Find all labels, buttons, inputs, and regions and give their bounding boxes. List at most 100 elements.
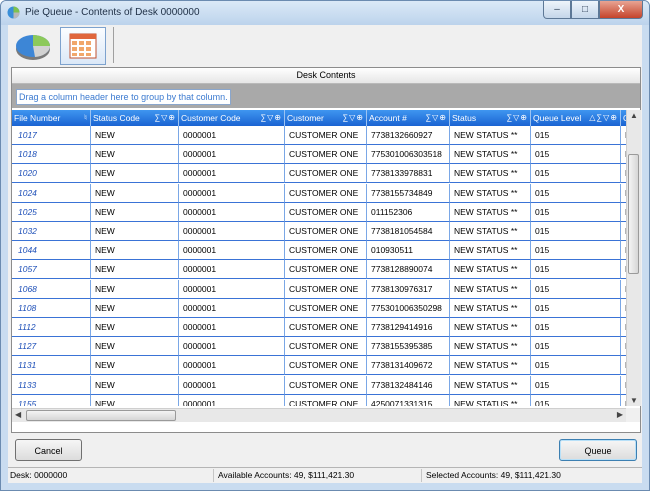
- cell-account-number: 7738132660927: [367, 126, 450, 145]
- cancel-button[interactable]: Cancel: [15, 439, 82, 461]
- scroll-corner: [626, 408, 640, 422]
- column-filter-icons[interactable]: ∑▽⊕: [154, 110, 176, 126]
- cell-file-number[interactable]: 1131: [12, 356, 91, 376]
- scroll-right-icon[interactable]: ▶: [617, 410, 623, 419]
- table-row[interactable]: 1127 NEW 0000001 CUSTOMER ONE 7738155395385 N…: [12, 337, 626, 357]
- cell-file-number[interactable]: 1108: [12, 298, 91, 318]
- cell-queue-level: 015: [531, 318, 621, 337]
- table-row[interactable]: 1024 NEW 0000001 CUSTOMER ONE 7738155734849 N…: [12, 183, 626, 203]
- scroll-up-icon[interactable]: ▲: [630, 111, 638, 120]
- cell-queue-level: 015: [531, 202, 621, 222]
- cell-customer-code: 0000001: [179, 337, 285, 357]
- cell-customer-code: 0000001: [179, 394, 285, 406]
- column-header-label: Status Code: [93, 113, 140, 123]
- cell-file-number[interactable]: 1024: [12, 183, 91, 203]
- group-by-area[interactable]: Drag a column header here to group by th…: [12, 84, 640, 108]
- column-header-label: Customer: [287, 113, 324, 123]
- horizontal-scroll-thumb[interactable]: [26, 410, 176, 421]
- cell-customer-code: 0000001: [179, 260, 285, 280]
- cell-queue-level: 015: [531, 164, 621, 184]
- cell-file-number[interactable]: 1032: [12, 222, 91, 241]
- cell-customer: CUSTOMER ONE: [285, 183, 367, 203]
- minimize-button[interactable]: –: [543, 1, 571, 19]
- close-button[interactable]: X: [599, 1, 643, 19]
- table-row[interactable]: 1032 NEW 0000001 CUSTOMER ONE 7738181054584 N…: [12, 222, 626, 241]
- cell-file-number[interactable]: 1068: [12, 279, 91, 299]
- table-row[interactable]: 1020 NEW 0000001 CUSTOMER ONE 7738133978831 N…: [12, 164, 626, 184]
- cell-file-number[interactable]: 1155: [12, 394, 91, 406]
- grid-view-button[interactable]: [60, 27, 106, 65]
- vertical-scroll-thumb[interactable]: [628, 154, 639, 274]
- queue-button[interactable]: Queue: [559, 439, 637, 461]
- column-header-label: Queue Level: [533, 113, 582, 123]
- column-header-status[interactable]: Status ∑▽⊕: [450, 110, 531, 126]
- cell-status-code: NEW: [91, 126, 179, 145]
- column-filter-icons[interactable]: ∑▽⊕: [425, 110, 447, 126]
- column-filter-icons[interactable]: ♮: [84, 110, 88, 126]
- cell-customer-code: 0000001: [179, 375, 285, 395]
- table-row[interactable]: 1068 NEW 0000001 CUSTOMER ONE 7738130976317 N…: [12, 279, 626, 299]
- table-row[interactable]: 1108 NEW 0000001 CUSTOMER ONE 77530100635029…: [12, 298, 626, 318]
- scroll-left-icon[interactable]: ◀: [15, 410, 21, 419]
- cell-file-number[interactable]: 1044: [12, 241, 91, 261]
- close-icon: X: [617, 4, 625, 15]
- column-filter-icons[interactable]: ∑▽⊕: [342, 110, 364, 126]
- column-header-label: Account #: [369, 113, 407, 123]
- cell-file-number[interactable]: 1017: [12, 126, 91, 145]
- cell-account-number: 4250071331315: [367, 394, 450, 406]
- cell-customer: CUSTOMER ONE: [285, 241, 367, 261]
- column-header-status-code[interactable]: Status Code ∑▽⊕: [91, 110, 179, 126]
- cell-file-number[interactable]: 1020: [12, 164, 91, 184]
- status-bar: Desk: 0000000 Available Accounts: 49, $1…: [8, 467, 642, 483]
- toolbar: [8, 25, 642, 65]
- cell-file-number[interactable]: 1127: [12, 337, 91, 357]
- cell-queue-level: 015: [531, 126, 621, 145]
- cell-customer-code: 0000001: [179, 318, 285, 337]
- pie-view-button[interactable]: [10, 27, 56, 65]
- column-header-customer-code[interactable]: Customer Code ∑▽⊕: [179, 110, 285, 126]
- cell-customer: CUSTOMER ONE: [285, 356, 367, 376]
- cell-customer: CUSTOMER ONE: [285, 145, 367, 165]
- table-row[interactable]: 1057 NEW 0000001 CUSTOMER ONE 7738128890074 N…: [12, 260, 626, 280]
- cell-file-number[interactable]: 1057: [12, 260, 91, 280]
- vertical-scrollbar[interactable]: ▲ ▼: [626, 110, 641, 406]
- maximize-button[interactable]: □: [571, 1, 599, 19]
- table-row[interactable]: 1133 NEW 0000001 CUSTOMER ONE 7738132484146 N…: [12, 375, 626, 395]
- table-row[interactable]: 1025 NEW 0000001 CUSTOMER ONE 011152306 NEW S…: [12, 202, 626, 222]
- table-row[interactable]: 1018 NEW 0000001 CUSTOMER ONE 77530100630351…: [12, 145, 626, 165]
- cell-file-number[interactable]: 1133: [12, 375, 91, 395]
- cell-customer-code: 0000001: [179, 241, 285, 261]
- column-header-file-number[interactable]: File Number ♮: [12, 110, 91, 126]
- desk-contents-panel: Desk Contents Drag a column header here …: [11, 67, 641, 433]
- table-row[interactable]: 1155 NEW 0000001 CUSTOMER ONE 4250071331315 N…: [12, 394, 626, 406]
- grid-header: File Number ♮ Status Code ∑▽⊕ Customer Code ∑…: [12, 110, 626, 126]
- cell-status-code: NEW: [91, 337, 179, 357]
- column-filter-icons[interactable]: △∑▽⊕: [589, 110, 618, 126]
- cell-file-number[interactable]: 1025: [12, 202, 91, 222]
- cell-customer: CUSTOMER ONE: [285, 164, 367, 184]
- cell-account-number: 7738155395385: [367, 337, 450, 357]
- data-grid: File Number ♮ Status Code ∑▽⊕ Customer Code ∑…: [12, 110, 626, 406]
- table-row[interactable]: 1044 NEW 0000001 CUSTOMER ONE 010930511 NEW S…: [12, 241, 626, 261]
- cell-file-number[interactable]: 1112: [12, 318, 91, 337]
- cell-account-number: 7738130976317: [367, 279, 450, 299]
- column-filter-icons[interactable]: ∑▽⊕: [260, 110, 282, 126]
- cell-status-code: NEW: [91, 356, 179, 376]
- scroll-down-icon[interactable]: ▼: [630, 396, 638, 405]
- status-available-accounts: Available Accounts: 49, $111,421.30: [216, 469, 422, 482]
- column-filter-icons[interactable]: ∑▽⊕: [506, 110, 528, 126]
- cell-status: NEW STATUS **: [450, 164, 531, 184]
- cell-customer: CUSTOMER ONE: [285, 222, 367, 241]
- app-pie-icon: [7, 6, 20, 19]
- column-header-customer[interactable]: Customer ∑▽⊕: [285, 110, 367, 126]
- table-row[interactable]: 1017 NEW 0000001 CUSTOMER ONE 7738132660927 N…: [12, 126, 626, 145]
- table-row[interactable]: 1131 NEW 0000001 CUSTOMER ONE 7738131409672 N…: [12, 356, 626, 376]
- horizontal-scrollbar[interactable]: ◀ ▶: [12, 408, 626, 422]
- cell-file-number[interactable]: 1018: [12, 145, 91, 165]
- cell-status-code: NEW: [91, 260, 179, 280]
- cell-customer: CUSTOMER ONE: [285, 394, 367, 406]
- column-header-account-number[interactable]: Account # ∑▽⊕: [367, 110, 450, 126]
- column-header-queue-level[interactable]: Queue Level △∑▽⊕: [531, 110, 621, 126]
- table-row[interactable]: 1112 NEW 0000001 CUSTOMER ONE 7738129414916 N…: [12, 318, 626, 337]
- maximize-icon: □: [581, 4, 589, 15]
